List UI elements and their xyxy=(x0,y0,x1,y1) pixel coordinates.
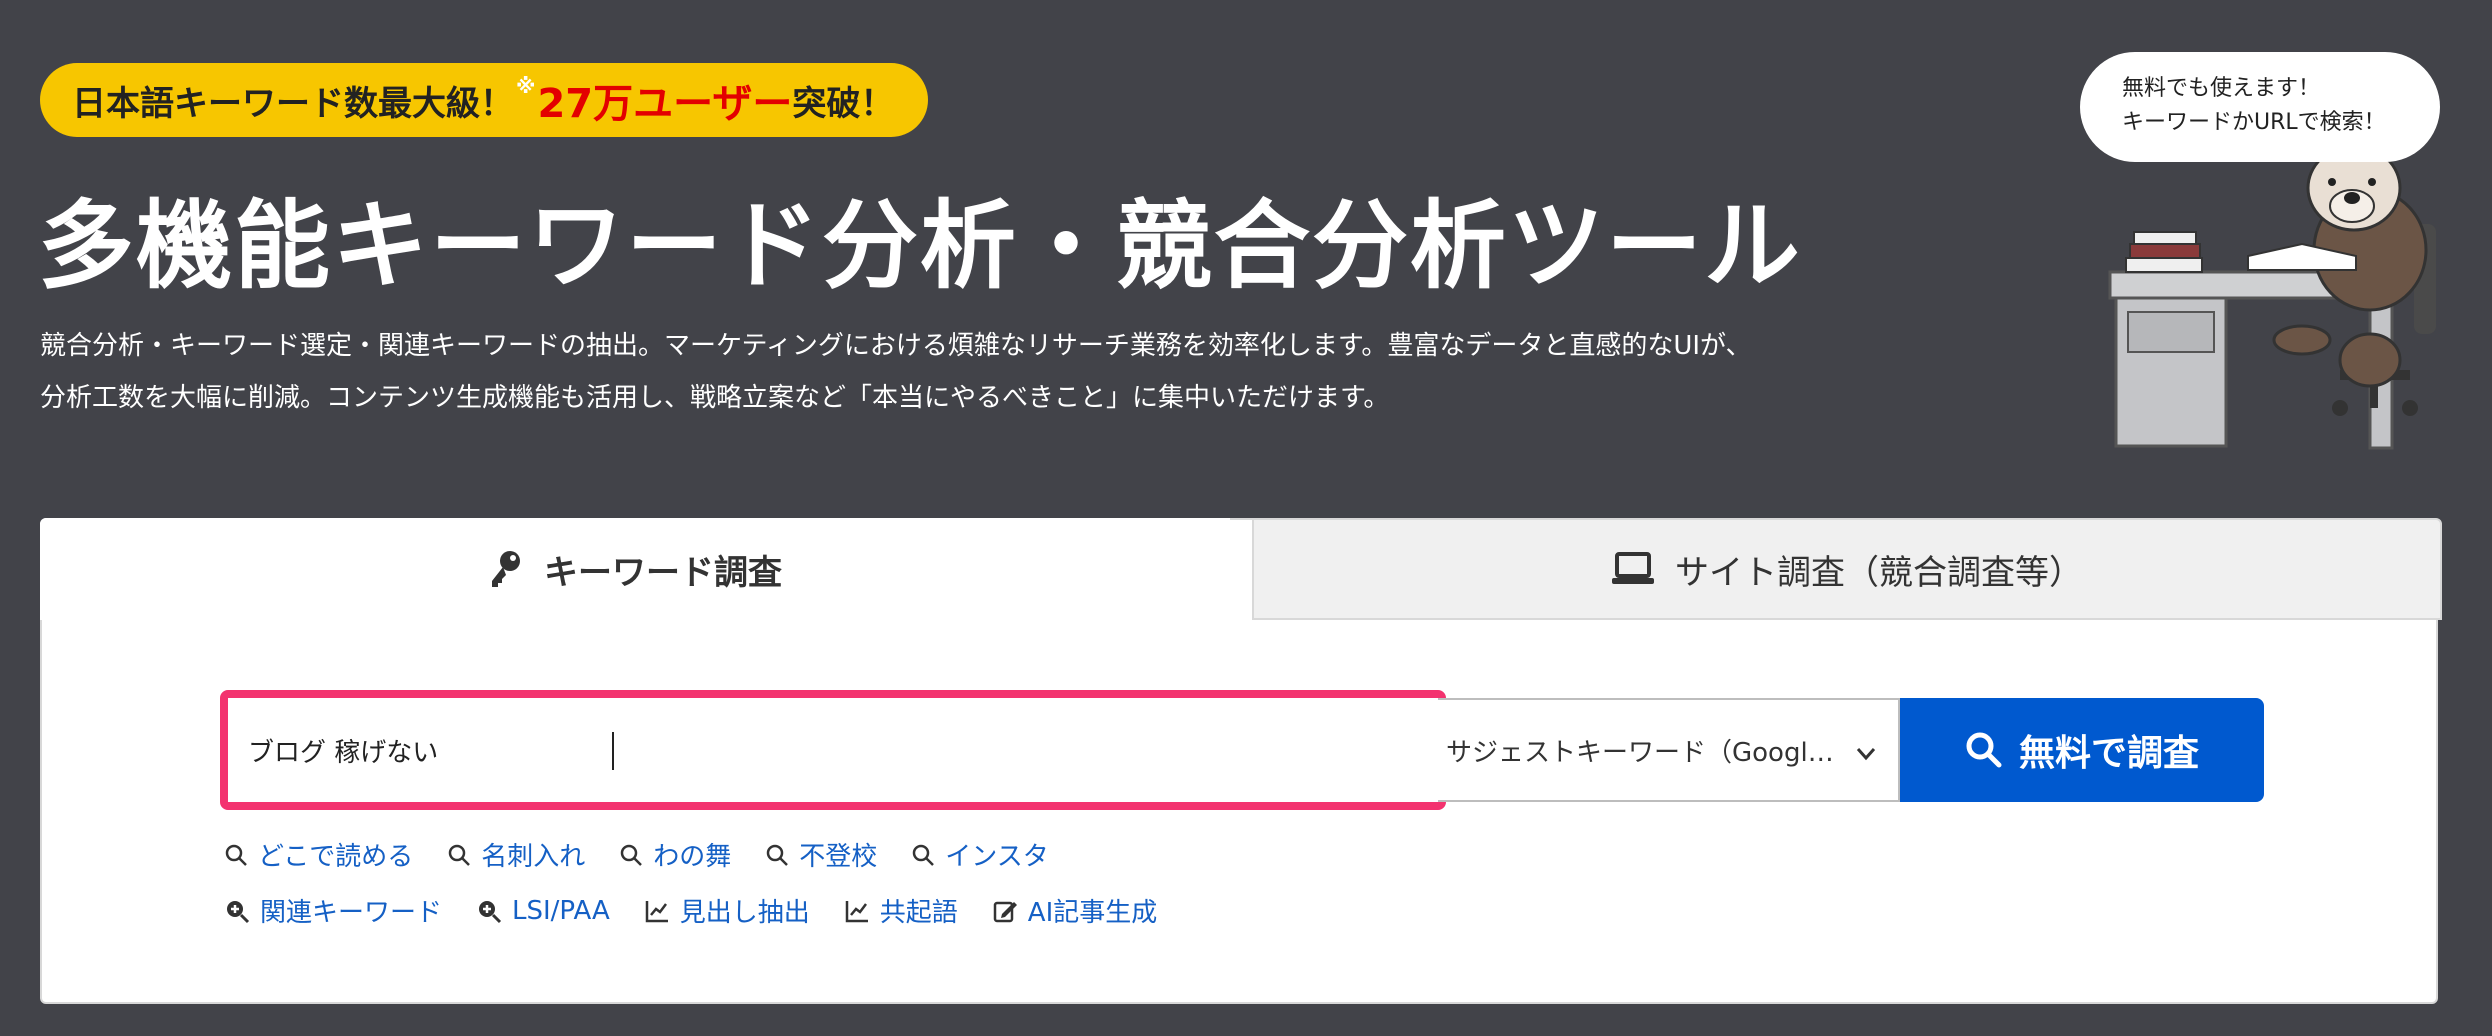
tool-label: 関連キーワード xyxy=(260,898,443,928)
suggestion-label: インスタ xyxy=(945,842,1049,872)
line-chart-icon xyxy=(645,900,668,922)
suggestion-label: どこで読める xyxy=(258,842,414,872)
tab-site-research[interactable]: サイト調査（競合調査等） xyxy=(1252,518,2442,620)
suggested-keywords: どこで読める 名刺入れ わの舞 不登校 インスタ xyxy=(224,836,1049,873)
edit-icon xyxy=(993,901,1017,922)
description-line-1: 競合分析・キーワード選定・関連キーワードの抽出。マーケティングにおける煩雑なリサ… xyxy=(40,331,1752,361)
suggestion-link[interactable]: どこで読める xyxy=(224,836,413,873)
text-caret xyxy=(612,732,614,770)
suggestion-label: 不登校 xyxy=(799,842,878,872)
key-icon xyxy=(492,551,520,587)
tool-related-keywords[interactable]: 関連キーワード xyxy=(224,892,442,929)
chevron-down-icon xyxy=(1856,738,1876,768)
zoom-plus-icon xyxy=(479,900,502,923)
badge-suffix: 突破！ xyxy=(792,83,895,124)
badge-asterisk: ※ xyxy=(516,74,536,98)
suggestion-label: わの舞 xyxy=(653,842,732,872)
tool-links: 関連キーワード LSI/PAA 見出し抽出 共起語 AI記事生成 xyxy=(224,892,1157,929)
suggestion-link[interactable]: 名刺入れ xyxy=(447,836,585,873)
suggestion-link[interactable]: わの舞 xyxy=(619,836,731,873)
search-type-selected: サジェストキーワード（Googl… xyxy=(1446,737,1834,768)
tool-label: 見出し抽出 xyxy=(679,898,810,928)
tool-lsi-paa[interactable]: LSI/PAA xyxy=(476,892,610,929)
badge-prefix: 日本語キーワード数最大級！ xyxy=(72,83,514,124)
search-card: キーワード調査 サイト調査（競合調査等） サジェストキーワード（Googl… 無… xyxy=(40,518,2442,1004)
tool-label: AI記事生成 xyxy=(1027,898,1158,928)
search-icon xyxy=(1966,732,2002,768)
tool-heading-extract[interactable]: 見出し抽出 xyxy=(644,892,810,929)
tool-cooccurrence[interactable]: 共起語 xyxy=(844,892,958,929)
bubble-line-2: キーワードかURLで検索！ xyxy=(2122,110,2386,135)
tool-label: 共起語 xyxy=(879,898,958,928)
suggestion-label: 名刺入れ xyxy=(481,842,586,872)
search-submit-button[interactable]: 無料で調査 xyxy=(1900,698,2264,802)
submit-label: 無料で調査 xyxy=(2018,733,2199,774)
search-icon xyxy=(767,844,789,866)
tab-keyword-label: キーワード調査 xyxy=(544,552,782,593)
page-title: 多機能キーワード分析・競合分析ツール xyxy=(38,190,1802,302)
hero-description: 競合分析・キーワード選定・関連キーワードの抽出。マーケティングにおける煩雑なリサ… xyxy=(40,320,1900,424)
keyword-search-input[interactable] xyxy=(220,690,1446,810)
search-icon xyxy=(621,844,643,866)
badge-highlight: 27万ユーザー xyxy=(537,81,793,127)
zoom-plus-icon xyxy=(227,900,250,923)
tool-label: LSI/PAA xyxy=(512,895,610,926)
search-icon xyxy=(225,844,247,866)
tab-site-label: サイト調査（競合調査等） xyxy=(1675,552,2083,593)
speech-bubble: 無料でも使えます！ キーワードかURLで検索！ xyxy=(2080,52,2440,162)
search-icon xyxy=(913,844,935,866)
tool-ai-article[interactable]: AI記事生成 xyxy=(992,892,1157,929)
tab-keyword-research[interactable]: キーワード調査 xyxy=(40,518,1230,620)
laptop-icon xyxy=(1612,552,1654,584)
line-chart-icon xyxy=(845,900,868,922)
hero-badge: 日本語キーワード数最大級！ ※ 27万ユーザー 突破！ xyxy=(40,63,929,137)
bubble-line-1: 無料でも使えます！ xyxy=(2122,76,2321,101)
suggestion-link[interactable]: 不登校 xyxy=(765,836,877,873)
search-type-select[interactable]: サジェストキーワード（Googl… xyxy=(1438,698,1900,802)
mascot-illustration: 無料でも使えます！ キーワードかURLで検索！ xyxy=(2070,40,2470,460)
search-icon xyxy=(448,844,471,866)
description-line-2: 分析工数を大幅に削減。コンテンツ生成機能も活用し、戦略立案など「本当にやるべきこ… xyxy=(40,383,1390,413)
search-form: サジェストキーワード（Googl… 無料で調査 xyxy=(220,690,2264,810)
suggestion-link[interactable]: インスタ xyxy=(911,836,1049,873)
